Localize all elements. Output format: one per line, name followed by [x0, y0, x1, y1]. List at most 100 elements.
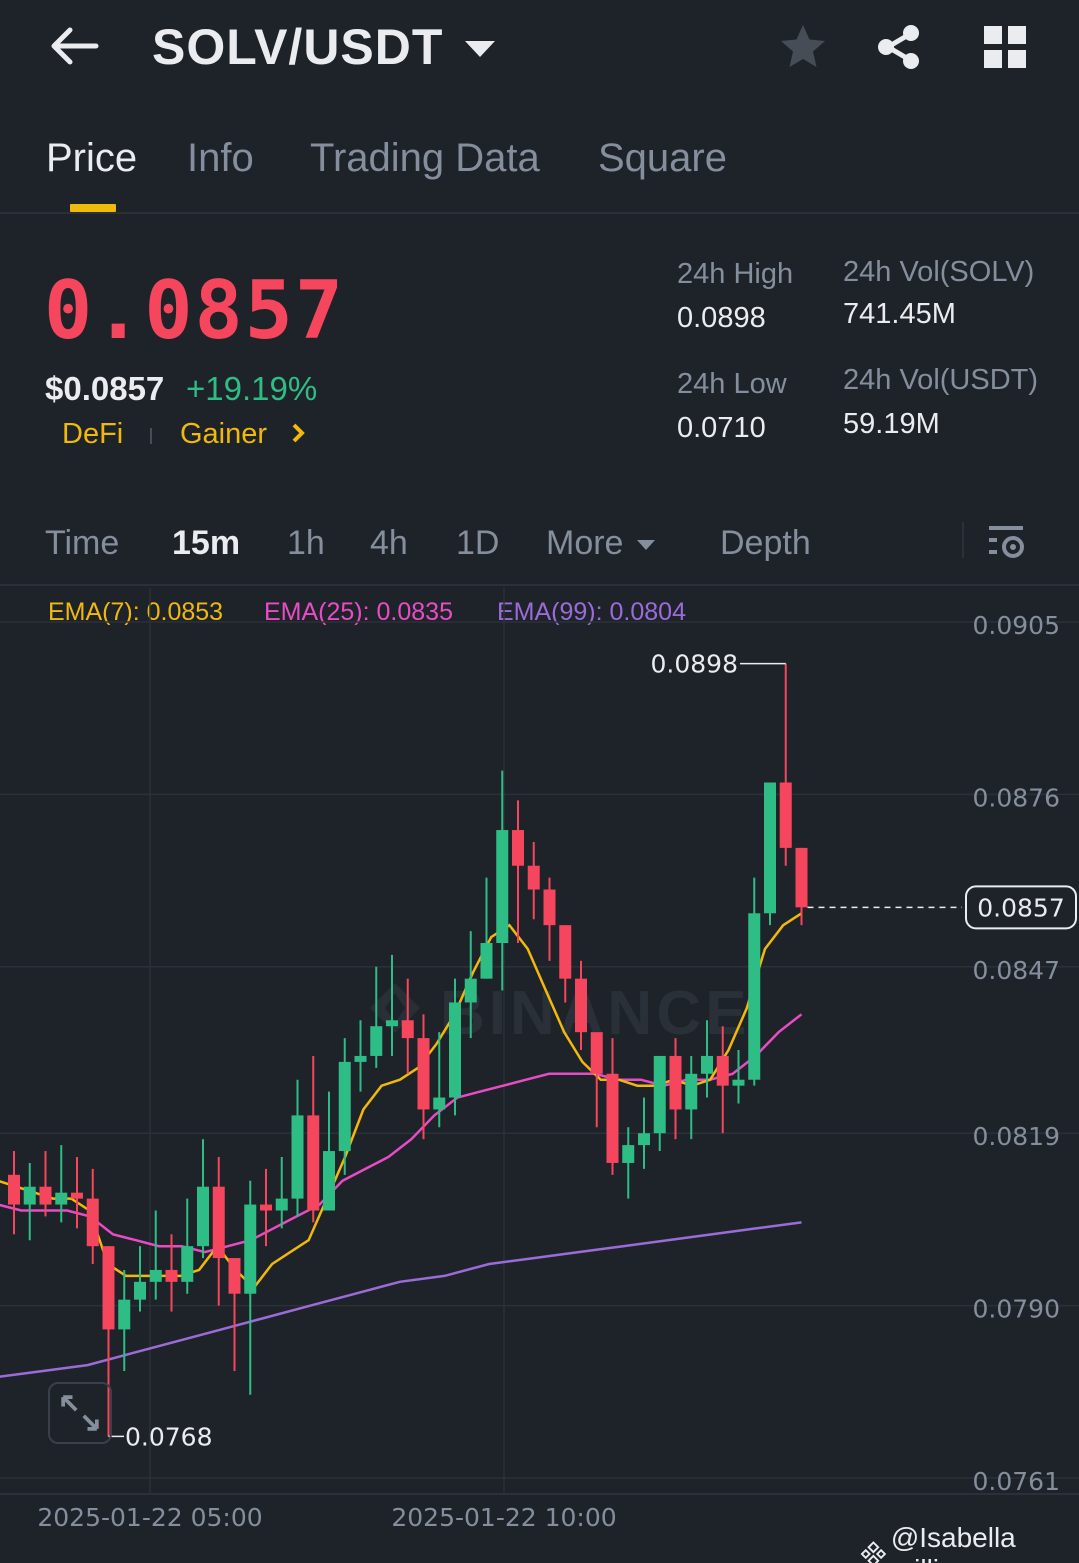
- vol-quote-value: 59.19M: [843, 408, 940, 440]
- candle-body: [260, 1204, 272, 1211]
- vol-quote-label: 24h Vol(USDT): [843, 364, 1039, 396]
- ema99-line: [0, 1221, 802, 1378]
- candle-body: [480, 943, 493, 979]
- candle-body: [653, 1055, 666, 1134]
- candle-body: [685, 1073, 698, 1110]
- main-tabs: Price Info Trading Data Square: [0, 120, 1079, 214]
- chevron-right-icon[interactable]: [288, 420, 308, 446]
- candle-body: [559, 925, 572, 979]
- candle-body: [165, 1269, 178, 1282]
- candle-body: [496, 830, 509, 943]
- candle-body: [527, 865, 540, 890]
- candle-body: [417, 1038, 430, 1110]
- tag-gainer[interactable]: Gainer: [180, 418, 267, 451]
- grid-icon[interactable]: [980, 22, 1030, 72]
- candle-body: [181, 1246, 194, 1282]
- candle-body: [228, 1258, 241, 1294]
- candle-body: [275, 1198, 288, 1211]
- last-price: 0.0857: [44, 264, 345, 357]
- user-watermark: @Isabella millie: [860, 1522, 1079, 1563]
- price-change-percent: +19.19%: [186, 370, 318, 407]
- pair-selector[interactable]: SOLV/USDT: [152, 18, 496, 76]
- candle-body: [307, 1115, 320, 1211]
- low-label: 24h Low: [677, 368, 787, 400]
- pair-name: SOLV/USDT: [152, 19, 444, 75]
- candlestick-chart[interactable]: BINANCE 0.09050.08760.08470.08190.07900.…: [0, 588, 1079, 1563]
- candle-body: [543, 889, 556, 926]
- low-value: 0.0710: [677, 412, 766, 444]
- share-icon[interactable]: [874, 22, 924, 72]
- arrow-left-icon[interactable]: [46, 22, 102, 70]
- usd-price: $0.0857: [45, 370, 165, 407]
- interval-1d[interactable]: 1D: [456, 524, 499, 563]
- candle-body: [748, 913, 761, 1080]
- vol-base-value: 741.45M: [843, 298, 956, 330]
- x-tick-label: 2025-01-22 10:00: [391, 1503, 616, 1532]
- chart-settings-icon[interactable]: [986, 520, 1028, 562]
- candle-body: [102, 1246, 115, 1330]
- candle-body: [590, 1032, 603, 1074]
- caret-down-icon: [465, 41, 496, 57]
- candle-body: [323, 1151, 335, 1211]
- interval-time[interactable]: Time: [45, 524, 119, 563]
- candle-body: [354, 1055, 367, 1062]
- candle-body: [386, 1020, 398, 1027]
- candles: [8, 663, 808, 1437]
- y-tick-label: 0.0876: [973, 783, 1060, 812]
- interval-1h[interactable]: 1h: [287, 524, 325, 563]
- tab-price[interactable]: Price: [46, 136, 137, 181]
- candle-body: [606, 1073, 619, 1163]
- interval-more-label: More: [546, 524, 624, 562]
- candle-body: [622, 1145, 635, 1163]
- tag-defi[interactable]: DeFi: [62, 418, 123, 451]
- high-label: 24h High: [677, 258, 794, 290]
- candle-body: [291, 1115, 304, 1199]
- candle-body: [118, 1299, 131, 1330]
- interval-4h[interactable]: 4h: [370, 524, 408, 563]
- max-price-label: 0.0898: [651, 650, 738, 679]
- min-price-label: 0.0768: [125, 1422, 212, 1451]
- candle-body: [71, 1192, 83, 1199]
- candle-body: [8, 1174, 20, 1205]
- candle-body: [764, 782, 776, 914]
- tab-square[interactable]: Square: [598, 136, 727, 181]
- star-icon[interactable]: [778, 22, 828, 72]
- chart-watermark: BINANCE: [370, 979, 746, 1048]
- candle-body: [669, 1055, 682, 1110]
- candle-body: [779, 782, 792, 848]
- high-value: 0.0898: [677, 302, 766, 334]
- candle-body: [433, 1097, 446, 1110]
- candle-body: [370, 1026, 383, 1056]
- candle-body: [55, 1192, 68, 1205]
- x-tick-label: 2025-01-22 05:00: [37, 1503, 262, 1532]
- top-bar: SOLV/USDT: [0, 0, 1079, 100]
- candle-body: [197, 1186, 209, 1247]
- tag-divider: [150, 428, 152, 444]
- candle-body: [149, 1269, 162, 1282]
- binance-logo-icon: [860, 1541, 887, 1563]
- y-tick-label: 0.0847: [973, 956, 1060, 985]
- chart-labels: 0.0905 0.0876 0.0847 0.0819 0.0790 0.0761 2025…: [37, 611, 1077, 1532]
- candle-body: [212, 1186, 225, 1259]
- candle-body: [244, 1204, 257, 1294]
- interval-depth[interactable]: Depth: [720, 524, 811, 563]
- interval-more[interactable]: More: [546, 524, 656, 563]
- candle-body: [134, 1281, 146, 1300]
- candle-body: [575, 978, 587, 1033]
- candle-body: [338, 1061, 351, 1152]
- current-price-label: 0.0857: [977, 893, 1064, 922]
- candle-body: [464, 978, 477, 1003]
- expand-icon[interactable]: [48, 1382, 112, 1444]
- tab-info[interactable]: Info: [187, 136, 254, 181]
- candle-body: [401, 1020, 414, 1039]
- candle-body: [701, 1055, 713, 1074]
- interval-15m[interactable]: 15m: [172, 524, 240, 563]
- candle-body: [449, 1002, 461, 1098]
- candle-body: [638, 1133, 650, 1146]
- candle-body: [39, 1186, 52, 1205]
- vol-base-label: 24h Vol(SOLV): [843, 256, 1035, 288]
- y-tick-label: 0.0790: [973, 1295, 1060, 1324]
- candle-body: [732, 1079, 745, 1086]
- y-tick-label: 0.0905: [973, 611, 1060, 640]
- tab-trading-data[interactable]: Trading Data: [310, 136, 540, 181]
